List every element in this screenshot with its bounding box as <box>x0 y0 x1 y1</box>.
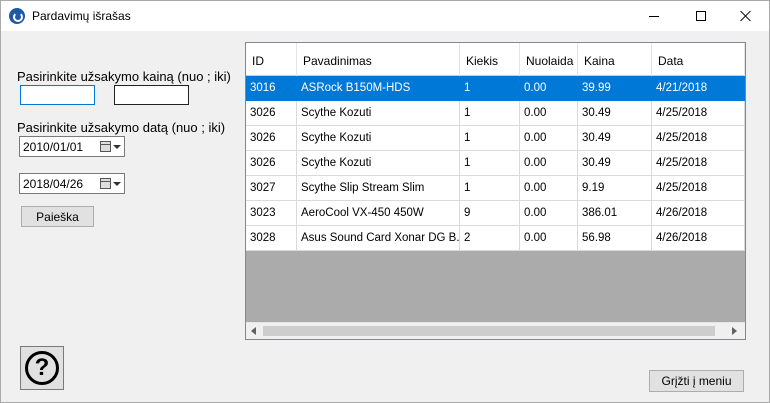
cell-name: Scythe Kozuti <box>297 126 460 151</box>
cell-id: 3023 <box>246 201 297 226</box>
main-window: Pardavimų išrašas Pasirinkite užsakymo k… <box>0 0 770 403</box>
cell-discount: 0.00 <box>520 76 578 101</box>
cell-discount: 0.00 <box>520 101 578 126</box>
cell-date: 4/25/2018 <box>652 151 745 176</box>
cell-quantity: 1 <box>460 176 520 201</box>
table-row[interactable]: 3026 Scythe Kozuti 1 0.00 30.49 4/25/201… <box>246 101 745 126</box>
maximize-button[interactable] <box>678 1 724 31</box>
scrollbar-thumb[interactable] <box>263 326 715 336</box>
cell-date: 4/26/2018 <box>652 226 745 251</box>
cell-name: Asus Sound Card Xonar DG B... <box>297 226 460 251</box>
table-row[interactable]: 3027 Scythe Slip Stream Slim 1 0.00 9.19… <box>246 176 745 201</box>
cell-discount: 0.00 <box>520 126 578 151</box>
minimize-button[interactable] <box>631 1 677 31</box>
back-to-menu-button[interactable]: Grįžti į meniu <box>649 370 744 392</box>
app-icon <box>9 8 25 24</box>
cell-id: 3028 <box>246 226 297 251</box>
table-row[interactable]: 3026 Scythe Kozuti 1 0.00 30.49 4/25/201… <box>246 126 745 151</box>
grid-header: ID Pavadinimas Kiekis Nuolaida Kaina Dat… <box>246 43 745 76</box>
date-to-picker[interactable]: 2018/04/26 <box>19 173 125 194</box>
cell-price: 30.49 <box>578 126 652 151</box>
help-icon: ? <box>25 351 59 385</box>
cell-name: AeroCool VX-450 450W <box>297 201 460 226</box>
cell-price: 39.99 <box>578 76 652 101</box>
window-title: Pardavimų išrašas <box>32 9 131 23</box>
table-row[interactable]: 3026 Scythe Kozuti 1 0.00 30.49 4/25/201… <box>246 151 745 176</box>
table-row[interactable]: 3016 ASRock B150M-HDS 1 0.00 39.99 4/21/… <box>246 76 745 101</box>
scroll-right-icon[interactable] <box>732 327 737 335</box>
column-header-quantity[interactable]: Kiekis <box>460 43 520 76</box>
cell-id: 3026 <box>246 101 297 126</box>
column-header-date[interactable]: Data <box>652 43 745 76</box>
price-from-input[interactable] <box>20 85 95 105</box>
cell-id: 3026 <box>246 151 297 176</box>
cell-quantity: 2 <box>460 226 520 251</box>
scroll-left-icon[interactable] <box>251 327 256 335</box>
price-to-input[interactable] <box>114 85 189 105</box>
close-button[interactable] <box>723 1 769 31</box>
cell-quantity: 1 <box>460 151 520 176</box>
maximize-icon <box>696 11 706 21</box>
help-button[interactable]: ? <box>20 346 64 390</box>
column-header-id[interactable]: ID <box>246 43 297 76</box>
cell-quantity: 1 <box>460 101 520 126</box>
calendar-icon <box>100 141 111 152</box>
chevron-down-icon <box>113 145 121 149</box>
cell-date: 4/26/2018 <box>652 201 745 226</box>
column-header-name[interactable]: Pavadinimas <box>297 43 460 76</box>
column-header-price[interactable]: Kaina <box>578 43 652 76</box>
chevron-down-icon <box>113 182 121 186</box>
date-range-label: Pasirinkite užsakymo datą (nuo ; iki) <box>17 120 226 135</box>
cell-discount: 0.00 <box>520 226 578 251</box>
cell-quantity: 1 <box>460 126 520 151</box>
cell-name: Scythe Slip Stream Slim <box>297 176 460 201</box>
price-range-label: Pasirinkite užsakymo kainą (nuo ; iki) <box>17 69 231 84</box>
cell-price: 386.01 <box>578 201 652 226</box>
cell-discount: 0.00 <box>520 176 578 201</box>
cell-price: 9.19 <box>578 176 652 201</box>
cell-date: 4/25/2018 <box>652 176 745 201</box>
horizontal-scrollbar[interactable] <box>246 322 745 339</box>
cell-date: 4/21/2018 <box>652 76 745 101</box>
cell-discount: 0.00 <box>520 201 578 226</box>
cell-date: 4/25/2018 <box>652 126 745 151</box>
cell-id: 3026 <box>246 126 297 151</box>
column-header-discount[interactable]: Nuolaida <box>520 43 578 76</box>
search-button[interactable]: Paieška <box>21 206 94 227</box>
table-row[interactable]: 3023 AeroCool VX-450 450W 9 0.00 386.01 … <box>246 201 745 226</box>
cell-quantity: 9 <box>460 201 520 226</box>
orders-grid[interactable]: ID Pavadinimas Kiekis Nuolaida Kaina Dat… <box>245 42 746 340</box>
cell-price: 56.98 <box>578 226 652 251</box>
cell-quantity: 1 <box>460 76 520 101</box>
minimize-icon <box>649 15 659 17</box>
cell-name: Scythe Kozuti <box>297 101 460 126</box>
calendar-icon <box>100 178 111 189</box>
title-bar: Pardavimų išrašas <box>1 1 769 31</box>
table-row[interactable]: 3028 Asus Sound Card Xonar DG B... 2 0.0… <box>246 226 745 251</box>
cell-name: Scythe Kozuti <box>297 151 460 176</box>
cell-id: 3016 <box>246 76 297 101</box>
close-icon <box>740 10 752 22</box>
cell-date: 4/25/2018 <box>652 101 745 126</box>
cell-discount: 0.00 <box>520 151 578 176</box>
cell-name: ASRock B150M-HDS <box>297 76 460 101</box>
cell-price: 30.49 <box>578 101 652 126</box>
date-to-value: 2018/04/26 <box>23 177 84 191</box>
cell-id: 3027 <box>246 176 297 201</box>
date-from-value: 2010/01/01 <box>23 140 84 154</box>
cell-price: 30.49 <box>578 151 652 176</box>
date-from-picker[interactable]: 2010/01/01 <box>19 136 125 157</box>
